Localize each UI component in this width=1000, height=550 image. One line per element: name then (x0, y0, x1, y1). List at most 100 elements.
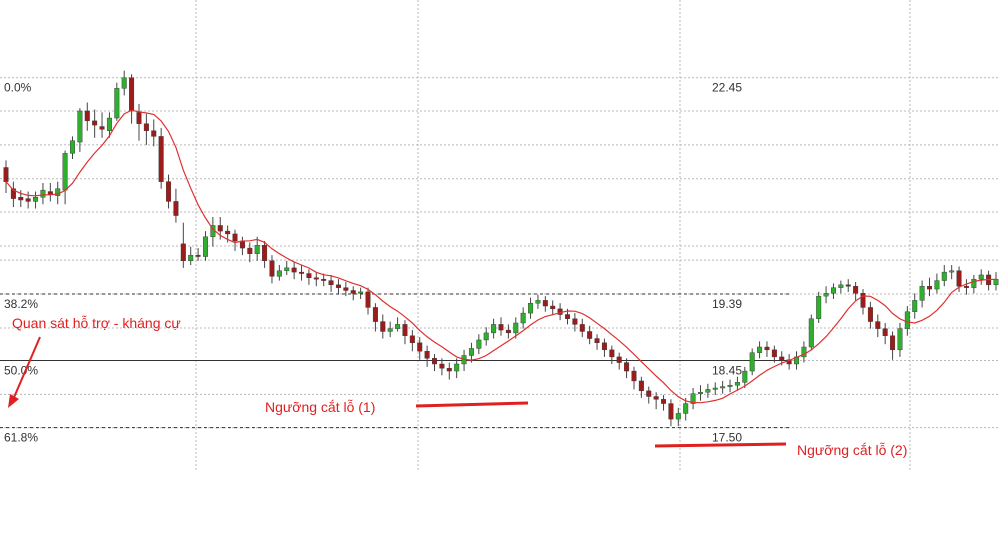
candle-body (62, 153, 68, 191)
candle-body (306, 273, 312, 278)
candle-body (712, 387, 718, 390)
candle-body (520, 312, 526, 324)
candle-body (114, 88, 120, 119)
candle-body (845, 284, 851, 287)
fib-price-label: 17.50 (712, 431, 742, 445)
candle-body (697, 392, 703, 394)
candle-body (705, 389, 711, 393)
candle-body (919, 286, 925, 301)
candle-body (572, 318, 578, 325)
moving-average (5, 109, 997, 404)
candle-body (565, 314, 570, 319)
candle-body (84, 110, 90, 122)
candle-body (151, 130, 157, 137)
candle-body (166, 181, 172, 202)
candle-body (106, 117, 112, 131)
candle-body (941, 271, 947, 281)
stoploss-1-line (415, 401, 529, 408)
candle-body (328, 280, 334, 286)
candle-body (609, 349, 615, 358)
candle-body (875, 321, 881, 329)
candle-body (343, 287, 349, 291)
fib-price-label: 22.45 (712, 81, 742, 95)
candle-body (173, 201, 179, 216)
candle-body (476, 339, 482, 349)
candle-body (505, 329, 511, 334)
fib-percent-label: 61.8% (4, 431, 38, 445)
candle-body (867, 307, 873, 322)
candle-body (823, 293, 829, 297)
candle-body (372, 307, 378, 322)
candle-body (313, 277, 319, 280)
candle-body (18, 196, 24, 201)
candle-body (683, 403, 689, 414)
candle-body (225, 230, 231, 235)
candle-body (70, 140, 75, 154)
candlestick-chart: 0.0% 22.4538.2% 19.3950.0% 18.4561.8% 17.50 … (0, 0, 1000, 470)
candle-body (764, 346, 770, 351)
candle-body (3, 167, 9, 182)
annotation-stoploss-1: Ngưỡng cắt lỗ (1) (265, 399, 375, 415)
candle-body (631, 370, 637, 382)
candle-body (757, 346, 763, 353)
candle-body (402, 324, 408, 336)
candle-body (262, 245, 268, 261)
candle-body (830, 287, 836, 294)
ma-line (5, 109, 997, 404)
candle-body (284, 267, 290, 271)
candle-body (269, 260, 275, 277)
candle-body (33, 196, 39, 202)
candle-body (978, 274, 984, 280)
candle-body (136, 112, 142, 124)
candle-body (335, 284, 341, 288)
candle-body (129, 77, 135, 112)
candle-body (424, 351, 430, 359)
candle-body (158, 136, 164, 182)
fib-price-label: 18.45 (712, 363, 742, 377)
candle-body (661, 399, 667, 404)
candle-body (99, 126, 105, 130)
grid (0, 0, 1000, 470)
candle-body (668, 403, 674, 420)
candle-body (350, 290, 356, 294)
candle-body (808, 318, 814, 348)
candle-body (387, 328, 393, 332)
candle-body (195, 254, 201, 257)
candle-body (993, 278, 999, 286)
fib-percent-label: 38.2% (4, 297, 38, 311)
candle-body (77, 110, 83, 143)
candle-body (594, 338, 600, 343)
candle-body (601, 342, 607, 351)
candle-body (358, 291, 364, 294)
candle-body (727, 384, 733, 387)
candle-body (188, 254, 194, 261)
candle-body (321, 278, 327, 281)
candle-body (395, 324, 401, 329)
candle-body (550, 305, 556, 310)
candle-body (890, 335, 896, 351)
candle-body (528, 303, 534, 314)
candle-body (483, 332, 489, 341)
fib-percent-label: 50.0% (4, 363, 38, 377)
chart-area: 0.0% 22.45 38.2% 19.39 50.0% 18.45 61.8% 17.50 … (0, 0, 1000, 545)
candle-body (25, 198, 31, 202)
candle-body (291, 267, 297, 273)
candle-body (232, 233, 238, 242)
candles (3, 70, 999, 427)
candle-body (897, 328, 903, 351)
candle-body (202, 236, 208, 257)
candle-body (542, 300, 548, 307)
candle-body (432, 358, 437, 365)
candle-body (963, 286, 969, 288)
annotation-arrow-head (8, 394, 19, 408)
annotations: Quan sát hỗ trợ - kháng cự Ngưỡng cắt lỗ … (8, 315, 907, 458)
candle-body (47, 191, 53, 195)
candle-body (971, 278, 977, 288)
candle-body (771, 349, 777, 358)
candle-body (247, 247, 253, 254)
candle-body (742, 370, 748, 383)
fib-percent-label: 0.0% (4, 81, 32, 95)
candle-body (254, 245, 260, 254)
candle-body (417, 342, 423, 352)
candle-body (734, 382, 740, 386)
